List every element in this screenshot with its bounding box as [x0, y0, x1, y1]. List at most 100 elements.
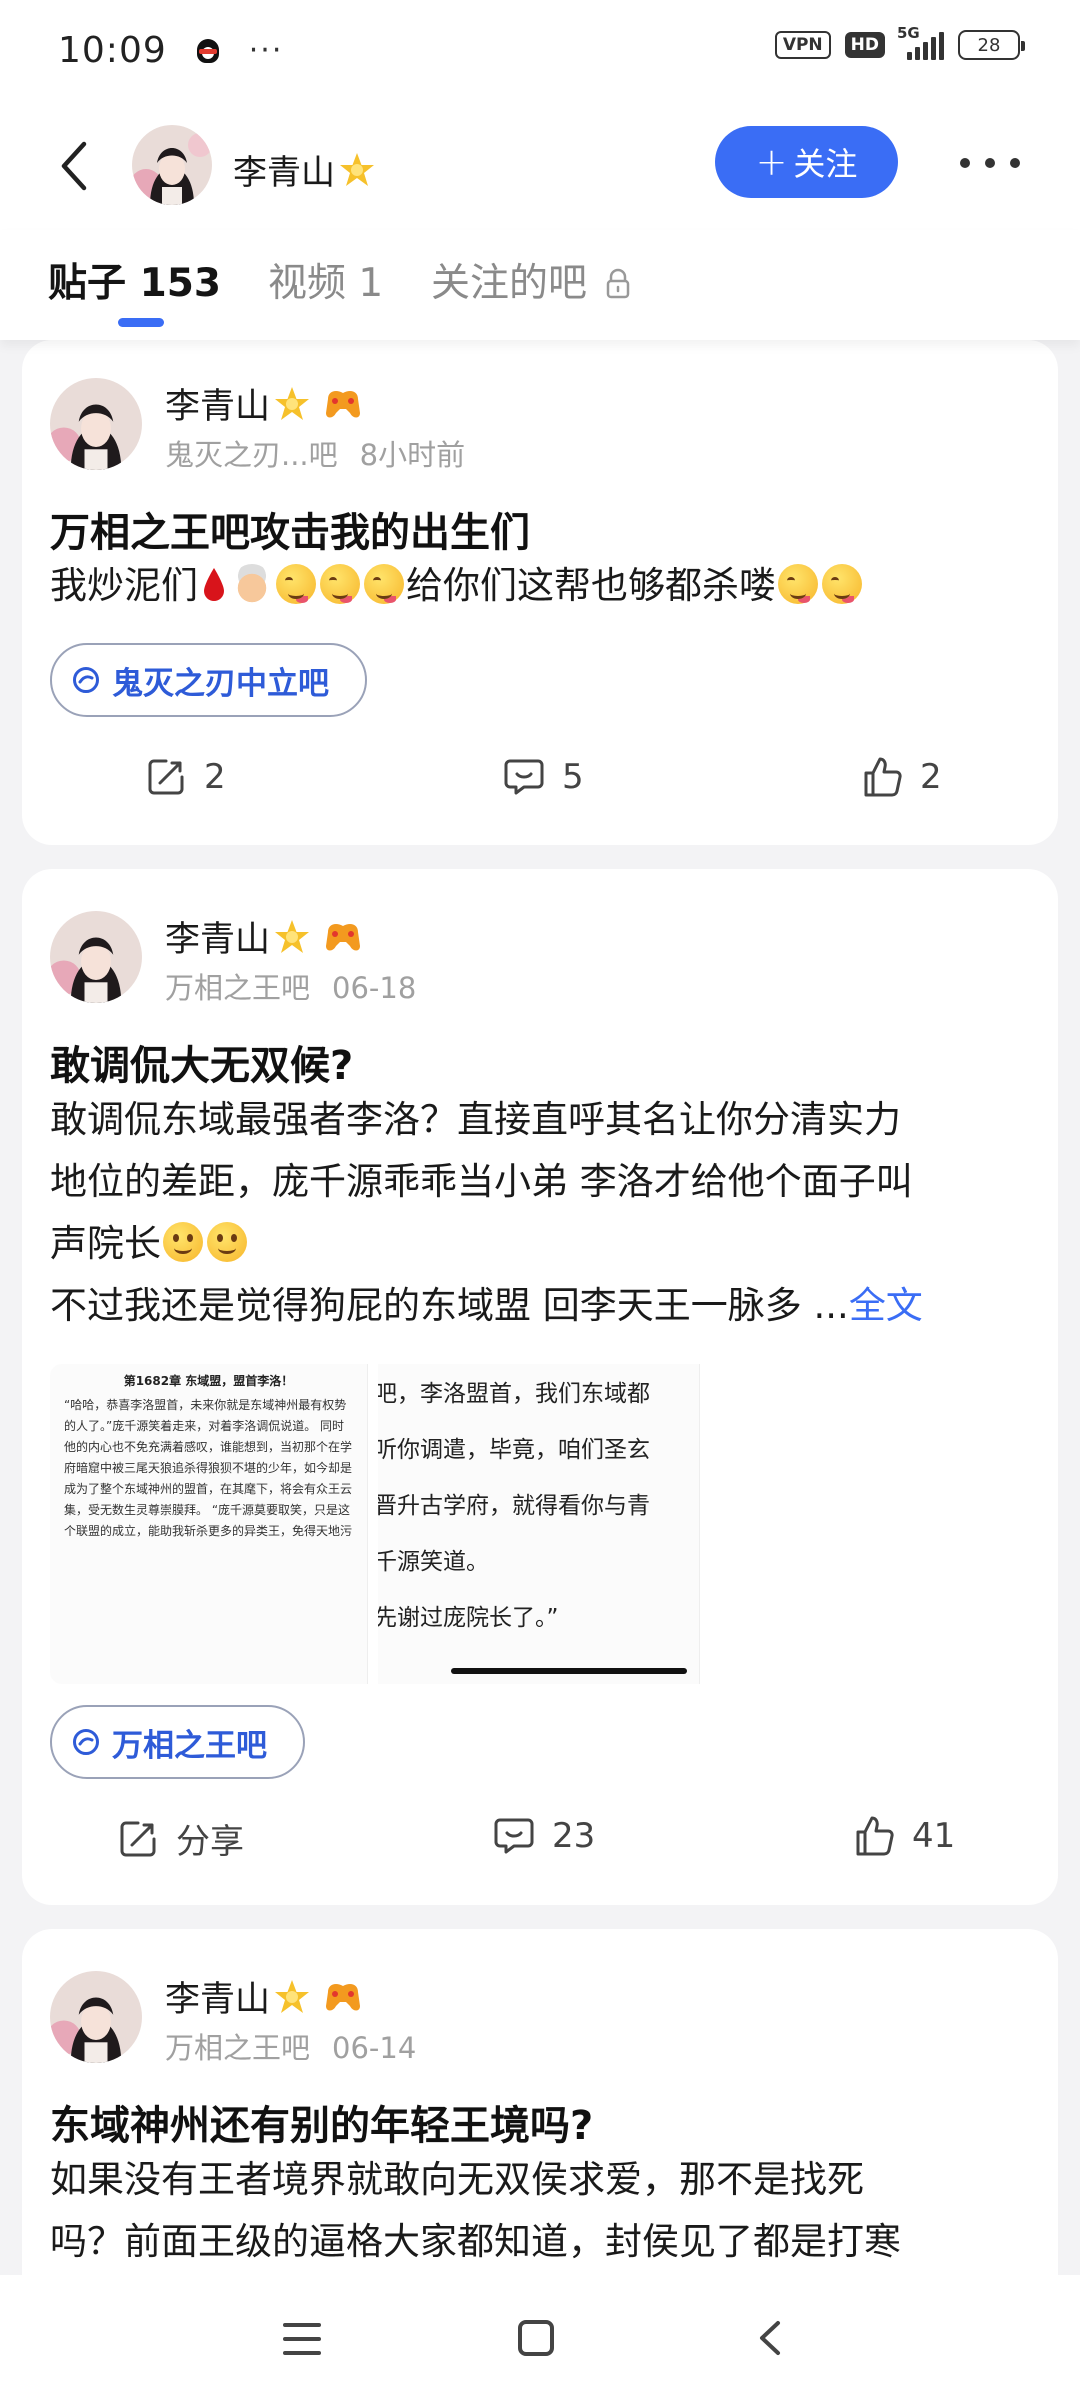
blood-drop-emoji [204, 567, 224, 601]
image-text-line: 听你调遣，毕竟，咱们圣玄 [378, 1437, 650, 1463]
tab-posts[interactable]: 贴子 153 [48, 252, 221, 308]
share-label: 分享 [176, 1822, 244, 1862]
profile-name-text: 李青山 [233, 153, 335, 193]
post-body[interactable]: 敢调侃东域最强者李洛？直接直呼其名让你分清实力 地位的差距，庞千源乖乖当小弟 李… [50, 1089, 1035, 1337]
profile-tabs: 贴子 153 视频 1 关注的吧 [0, 230, 1080, 340]
post-body-text-end: 给你们这帮也够都杀喽 [406, 564, 776, 607]
yum-emoji [276, 563, 316, 604]
post-forum-name[interactable]: 万相之王吧 [165, 971, 310, 1005]
post-author-name: 李青山 [165, 920, 271, 960]
post-image-screenshot[interactable]: 第1682章 东域盟，盟首李洛！ “哈哈，恭喜李洛盟首，未来你就是东域神州最有权… [50, 1364, 368, 1684]
post-image-screenshot[interactable]: 吧，李洛盟首，我们东域都 听你调遣，毕竟，咱们圣玄 晋升古学府，就得看你与青 千… [378, 1364, 700, 1684]
granny-emoji [232, 563, 272, 604]
post-actions: 2 5 2 [22, 755, 1058, 815]
avatar[interactable] [50, 378, 142, 470]
post-title[interactable]: 东域神州还有别的年轻王境吗? [50, 2093, 593, 2151]
post-images: 第1682章 东域盟，盟首李洛！ “哈哈，恭喜李洛盟首，未来你就是东域神州最有权… [22, 1364, 1058, 1684]
full-text-link[interactable]: 全文 [849, 1284, 923, 1327]
status-time: 10:09 [58, 29, 167, 71]
tab-indicator [118, 318, 164, 327]
post-body-line: 声院长 [50, 1213, 1035, 1275]
yum-emoji [364, 563, 404, 604]
signal-icon: 5G [897, 24, 944, 60]
comment-button[interactable]: 23 [492, 1814, 595, 1858]
comment-icon [494, 1818, 534, 1854]
post-body[interactable]: 我炒泥们 给你们这帮也够都杀喽 [50, 555, 1035, 617]
tab-followed-forums[interactable]: 关注的吧 [431, 252, 633, 308]
post-body[interactable]: 如果没有王者境界就敢向无双侯求爱，那不是找死 吗？前面王级的逼格大家都知道，封侯… [50, 2149, 1035, 2273]
image-chapter-text: “哈哈，恭喜李洛盟首，未来你就是东域神州最有权势的人了。”庞千源笑着走来，对着李… [64, 1398, 353, 1538]
follow-button[interactable]: + 关注 [715, 126, 898, 198]
post-body-line: 敢调侃东域最强者李洛？直接直呼其名让你分清实力 [50, 1098, 901, 1141]
post-body-line: 地位的差距，庞千源乖乖当小弟 李洛才给他个面子叫 [50, 1160, 913, 1203]
profile-name: 李青山 [233, 145, 377, 194]
post-meta: 万相之王吧 06-18 [165, 965, 416, 1007]
menu-icon[interactable] [283, 2323, 321, 2355]
star-icon [275, 386, 310, 420]
post-author[interactable]: 李青山 [165, 911, 364, 962]
avatar[interactable] [132, 125, 212, 205]
comment-button[interactable]: 5 [502, 755, 584, 799]
post-body-line: 不过我还是觉得狗屁的东域盟 回李天王一脉多 ...全文 [50, 1284, 923, 1327]
like-count: 2 [920, 757, 942, 797]
star-icon [340, 152, 374, 186]
forum-tag-icon [73, 667, 99, 693]
status-indicators: VPN HD 5G 28 [774, 24, 1025, 60]
yum-emoji [320, 563, 360, 604]
post-title[interactable]: 万相之王吧攻击我的出生们 [50, 500, 530, 558]
battery-icon: 28 [958, 30, 1025, 60]
post-card[interactable]: 李青山 万相之王吧 06-18 敢调侃大无双候? 敢调侃东域最强者李洛？直接直呼其… [22, 869, 1058, 1905]
nav-back-icon[interactable] [752, 2317, 792, 2359]
share-icon [148, 759, 184, 795]
forum-tag[interactable]: 万相之王吧 [50, 1705, 305, 1779]
yum-emoji [778, 563, 818, 604]
image-text-line: 先谢过庞院长了。” [378, 1605, 559, 1631]
smile-emoji [207, 1221, 247, 1262]
post-card[interactable]: 李青山 鬼灭之刃...吧 8小时前 万相之王吧攻击我的出生们 我炒泥们 给你们这帮也… [22, 340, 1058, 845]
tab-followed-forums-label: 关注的吧 [431, 261, 588, 306]
post-title[interactable]: 敢调侃大无双候? [50, 1033, 353, 1091]
yum-emoji [822, 563, 862, 604]
post-forum-name[interactable]: 万相之王吧 [165, 2031, 310, 2065]
post-author[interactable]: 李青山 [165, 1971, 364, 2022]
share-button[interactable]: 分享 [116, 1814, 244, 1863]
lock-icon [606, 268, 630, 298]
comment-icon [504, 759, 544, 795]
like-button[interactable]: 2 [860, 755, 942, 799]
image-text-line: 晋升古学府，就得看你与青 [378, 1493, 650, 1519]
home-icon[interactable] [518, 2320, 554, 2356]
battery-level: 28 [977, 34, 1001, 56]
image-home-indicator [451, 1668, 687, 1674]
post-meta: 万相之王吧 06-14 [165, 2025, 416, 2067]
like-icon [856, 1816, 894, 1856]
more-icon[interactable] [960, 158, 1020, 170]
back-icon[interactable] [54, 136, 94, 196]
qq-penguin-icon [195, 35, 221, 65]
status-more-dots: ··· [248, 32, 284, 68]
smile-emoji [163, 1221, 203, 1262]
profile-header: 李青山 + 关注 [0, 100, 1080, 230]
forum-tag[interactable]: 鬼灭之刃中立吧 [50, 643, 367, 717]
post-author-name: 李青山 [165, 387, 271, 427]
like-count: 41 [912, 1816, 956, 1856]
post-forum-name[interactable]: 鬼灭之刃...吧 [165, 438, 338, 472]
like-button[interactable]: 41 [852, 1814, 955, 1858]
forum-tag-label: 鬼灭之刃中立吧 [112, 665, 329, 702]
star-icon [275, 919, 310, 953]
post-time: 06-18 [332, 971, 417, 1005]
image-chapter-header: 第1682章 东域盟，盟首李洛！ [123, 1374, 294, 1388]
status-bar: 10:09 ··· VPN HD 5G 28 [0, 0, 1080, 100]
image-text-line: 千源笑道。 [378, 1549, 489, 1575]
post-author[interactable]: 李青山 [165, 378, 364, 429]
post-author-name: 李青山 [165, 1980, 271, 2020]
avatar[interactable] [50, 1971, 142, 2063]
vpn-badge: VPN [774, 31, 831, 59]
share-button[interactable]: 2 [144, 755, 226, 799]
game-controller-icon [326, 390, 361, 417]
comment-count: 5 [562, 757, 584, 797]
system-nav-bar [0, 2275, 1080, 2400]
post-body-line: 吗？前面王级的逼格大家都知道，封侯见了都是打寒 [50, 2220, 901, 2263]
avatar[interactable] [50, 911, 142, 1003]
tab-videos[interactable]: 视频 1 [268, 252, 383, 308]
star-icon [275, 1979, 310, 2013]
